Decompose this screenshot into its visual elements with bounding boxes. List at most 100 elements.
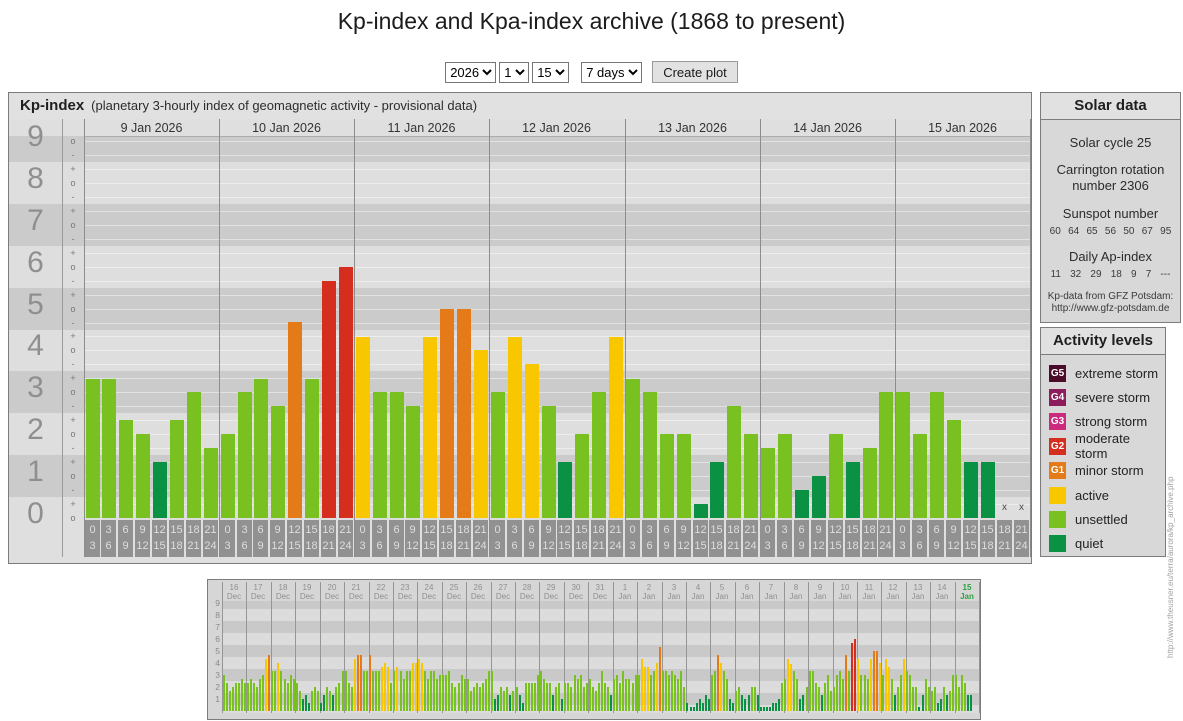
activity-level-label: quiet bbox=[1075, 536, 1104, 552]
mini-kp-bar bbox=[815, 683, 817, 711]
mini-kp-bar bbox=[744, 699, 746, 711]
kp-bar bbox=[727, 406, 741, 518]
hour-label: 18 21 bbox=[726, 520, 741, 557]
kp-bar bbox=[778, 434, 792, 518]
kp-band bbox=[222, 621, 980, 633]
gridline bbox=[84, 183, 1030, 184]
mini-kp-bar bbox=[238, 683, 240, 711]
mini-kp-bar bbox=[793, 671, 795, 711]
kp-index-chart: 9 8 7 6 5 4 3 2 1 0 o + - o + - o + - o + - o + - o + - o + - o + - o + - o 9 … bbox=[9, 119, 1031, 563]
kp-band bbox=[222, 601, 980, 609]
month-select[interactable]: 1 bbox=[499, 61, 530, 83]
mini-kp-bar bbox=[424, 671, 426, 711]
sunspot-value: 64 bbox=[1068, 226, 1080, 237]
mini-kp-bar bbox=[772, 703, 774, 711]
sunspot-value: 60 bbox=[1049, 226, 1061, 237]
hour-label: 12 15 bbox=[422, 520, 437, 557]
kp-bar bbox=[947, 420, 961, 518]
mini-kp-bar bbox=[540, 671, 542, 711]
mini-day-separator bbox=[320, 582, 321, 713]
mini-kp-bar bbox=[683, 687, 685, 711]
hour-label: 03 bbox=[760, 520, 775, 557]
kp-bar bbox=[896, 392, 910, 518]
mini-kp-bar bbox=[632, 683, 634, 711]
mini-kp-bar bbox=[497, 695, 499, 711]
mini-kp-bar bbox=[274, 671, 276, 711]
y-subscale-mark: + bbox=[70, 331, 76, 342]
mini-kp-bar bbox=[226, 683, 228, 711]
mini-kp-bar bbox=[802, 695, 804, 711]
y-subscale-mark: - bbox=[71, 191, 75, 202]
mini-kp-bar bbox=[674, 675, 676, 711]
hour-label: 69 bbox=[929, 520, 944, 557]
sunspot-value: 56 bbox=[1104, 226, 1117, 237]
kp-bar bbox=[981, 462, 995, 518]
mini-kp-bar bbox=[287, 683, 289, 711]
hour-label: 9 12 bbox=[135, 520, 150, 557]
mini-kp-bar bbox=[775, 703, 777, 711]
day-select[interactable]: 15 bbox=[532, 61, 570, 83]
mini-kp-bar bbox=[454, 687, 456, 711]
mini-kp-bar bbox=[232, 687, 234, 711]
kp-bar bbox=[879, 392, 893, 518]
hour-label: 15 18 bbox=[845, 520, 860, 557]
y-subscale-mark: - bbox=[71, 149, 75, 160]
mini-kp-bar bbox=[354, 659, 356, 711]
mini-kp-bar bbox=[436, 679, 438, 711]
mini-kp-bar bbox=[824, 683, 826, 711]
y-subscale-mark: o bbox=[70, 219, 76, 230]
y-subscale-mark: o bbox=[70, 387, 76, 398]
mini-kp-bar bbox=[769, 707, 771, 711]
mini-kp-bar bbox=[879, 663, 881, 711]
gridline bbox=[84, 323, 1030, 324]
mini-kp-bar bbox=[558, 683, 560, 711]
mini-kp-bar bbox=[806, 687, 808, 711]
mini-kp-bar bbox=[635, 675, 637, 711]
y-subscale-mark: - bbox=[71, 233, 75, 244]
mini-kp-bar bbox=[677, 679, 679, 711]
mini-kp-bar bbox=[280, 671, 282, 711]
mini-kp-bar bbox=[528, 683, 530, 711]
mini-kp-bar bbox=[531, 683, 533, 711]
mini-kp-bar bbox=[613, 679, 615, 711]
day-separator bbox=[84, 119, 85, 557]
mini-kp-bar bbox=[708, 699, 710, 711]
mini-kp-bar bbox=[799, 699, 801, 711]
mini-kp-bar bbox=[751, 687, 753, 711]
y-subscale-mark: - bbox=[71, 485, 75, 496]
mini-y-label: 4 bbox=[215, 658, 220, 668]
level-swatch bbox=[1049, 511, 1066, 529]
mini-kp-bar bbox=[964, 683, 966, 711]
ap-index-label: Daily Ap-index bbox=[1068, 249, 1153, 264]
kp-bar bbox=[558, 462, 572, 518]
activity-level-row: G4 severe storm bbox=[1041, 385, 1165, 409]
hour-label: 69 bbox=[659, 520, 674, 557]
kp-bar bbox=[322, 281, 336, 518]
hour-label: 36 bbox=[101, 520, 116, 557]
hour-label: 21 24 bbox=[608, 520, 623, 557]
hour-label: 03 bbox=[895, 520, 910, 557]
mini-kp-bar bbox=[952, 675, 954, 711]
kp-bar bbox=[964, 462, 978, 518]
hour-label: 69 bbox=[794, 520, 809, 557]
mini-kp-bar bbox=[821, 695, 823, 711]
hour-label: 69 bbox=[118, 520, 133, 557]
activity-level-row: G1 minor storm bbox=[1041, 459, 1165, 483]
mini-kp-bar bbox=[369, 655, 371, 711]
kp-bar bbox=[356, 337, 370, 518]
period-select[interactable]: 7 days bbox=[581, 61, 643, 83]
mini-kp-bar bbox=[699, 699, 701, 711]
mini-day-label: 28 Dec bbox=[519, 583, 535, 601]
mini-kp-bar bbox=[387, 667, 389, 711]
mini-day-label: 17 Dec bbox=[250, 583, 266, 601]
hour-label: 9 12 bbox=[946, 520, 961, 557]
mini-kp-bar bbox=[543, 679, 545, 711]
mini-kp-bar bbox=[622, 671, 624, 711]
mini-day-label: 30 Dec bbox=[568, 583, 584, 601]
mini-kp-bar bbox=[555, 687, 557, 711]
create-plot-button[interactable]: Create plot bbox=[652, 61, 738, 83]
year-select[interactable]: 2026 bbox=[445, 61, 497, 83]
mini-kp-bar bbox=[464, 679, 466, 711]
activity-level-label: severe storm bbox=[1075, 390, 1151, 406]
hour-label: 36 bbox=[372, 520, 387, 557]
